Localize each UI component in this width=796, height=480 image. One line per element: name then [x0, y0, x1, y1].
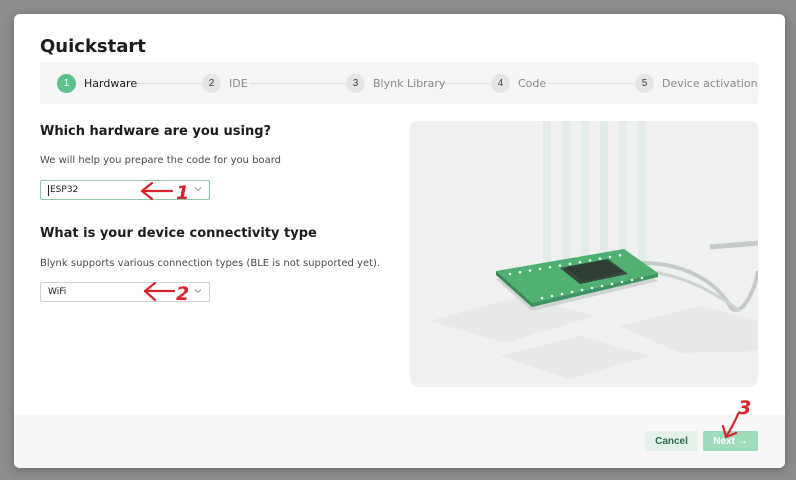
quickstart-modal: Quickstart 1 Hardware 2 IDE 3 Blynk Libr… [14, 14, 785, 468]
arrow-right-icon: → [737, 435, 748, 447]
step-number: 1 [57, 74, 76, 93]
step-label: Code [518, 77, 547, 90]
connectivity-question: What is your device connectivity type [40, 226, 317, 241]
step-hardware[interactable]: 1 Hardware [57, 74, 137, 93]
hardware-help-text: We will help you prepare the code for yo… [40, 155, 282, 166]
step-connector [440, 83, 490, 84]
step-connector [548, 83, 634, 84]
modal-title: Quickstart [40, 36, 146, 57]
step-connector [136, 83, 202, 84]
next-button[interactable]: Next → [703, 431, 758, 451]
connectivity-select-value: WiFi [48, 287, 67, 297]
hardware-question: Which hardware are you using? [40, 124, 272, 139]
step-connector [250, 83, 346, 84]
hardware-illustration [410, 121, 758, 387]
step-code[interactable]: 4 Code [491, 74, 546, 93]
step-number: 3 [346, 74, 365, 93]
step-label: Device activation [662, 77, 758, 90]
connectivity-select[interactable]: WiFi [40, 282, 210, 302]
step-device-activation[interactable]: 5 Device activation [635, 74, 758, 93]
chevron-down-icon [194, 187, 202, 192]
step-number: 2 [202, 74, 221, 93]
cancel-button[interactable]: Cancel [645, 431, 698, 451]
step-label: IDE [229, 77, 248, 90]
stepper: 1 Hardware 2 IDE 3 Blynk Library 4 Code … [40, 62, 758, 104]
step-number: 4 [491, 74, 510, 93]
modal-footer: Cancel Next → [14, 414, 785, 468]
step-blynk-library[interactable]: 3 Blynk Library [346, 74, 445, 93]
board-illustration [430, 121, 758, 379]
chevron-down-icon [194, 289, 202, 294]
step-number: 5 [635, 74, 654, 93]
hardware-select-value: ESP32 [50, 185, 79, 195]
connectivity-help-text: Blynk supports various connection types … [40, 258, 381, 269]
text-caret [48, 184, 49, 196]
step-ide[interactable]: 2 IDE [202, 74, 248, 93]
next-button-label: Next [713, 435, 735, 447]
step-label: Hardware [84, 77, 138, 90]
step-label: Blynk Library [373, 77, 446, 90]
hardware-select[interactable]: ESP32 [40, 180, 210, 200]
